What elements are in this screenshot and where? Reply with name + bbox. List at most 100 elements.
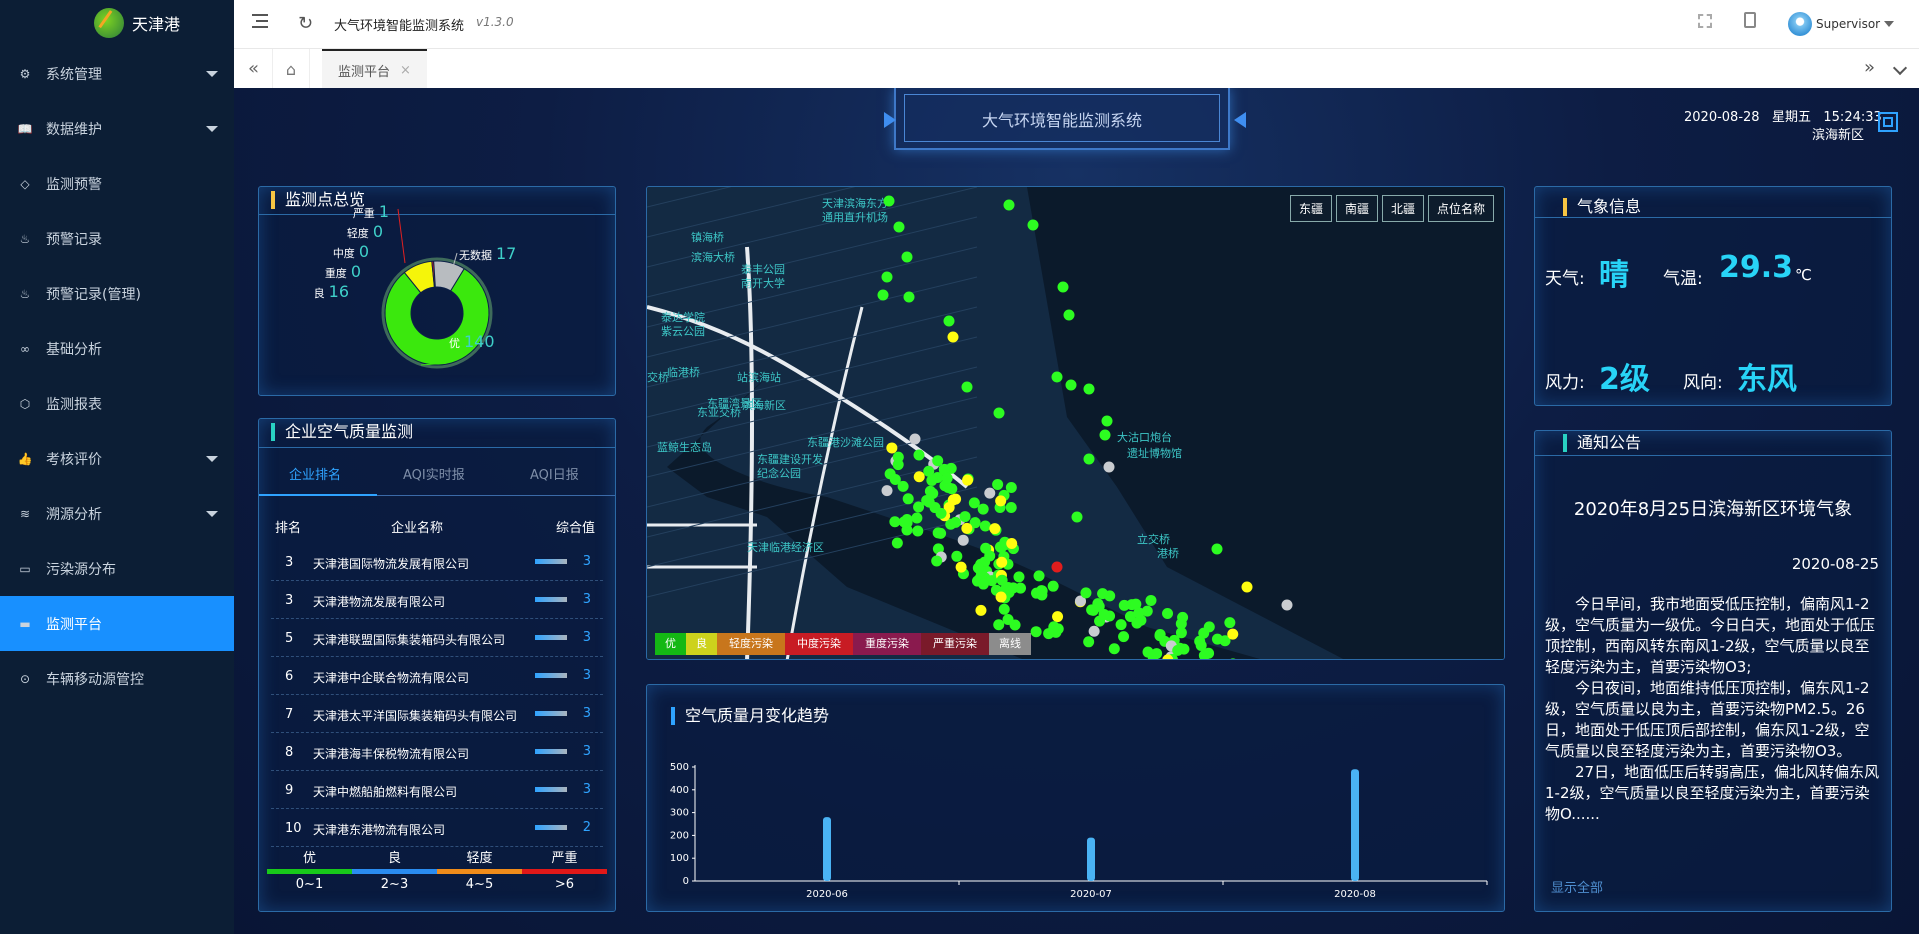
monitoring-point[interactable] <box>977 503 989 515</box>
monitoring-point[interactable] <box>1013 571 1025 583</box>
table-row[interactable]: 7 天津港太平洋国际集装箱码头有限公司 3 <box>271 695 603 733</box>
monitoring-point[interactable] <box>1154 628 1166 640</box>
fullscreen-icon[interactable] <box>1698 14 1712 28</box>
map-filter-button[interactable]: 点位名称 <box>1427 195 1494 222</box>
monitoring-point[interactable] <box>1002 614 1014 626</box>
avatar[interactable] <box>1788 12 1812 36</box>
monitoring-point[interactable] <box>977 578 989 590</box>
monitoring-point[interactable] <box>961 522 973 534</box>
monitoring-point[interactable] <box>1033 570 1045 582</box>
monitoring-point[interactable] <box>1224 617 1236 629</box>
monitoring-point[interactable] <box>1005 502 1017 514</box>
monitoring-point[interactable] <box>1145 594 1157 606</box>
monitoring-point[interactable] <box>1052 611 1064 623</box>
monitoring-point[interactable] <box>877 289 889 301</box>
refresh-icon[interactable]: ↻ <box>298 13 313 34</box>
table-row[interactable]: 3 天津港物流发展有限公司 3 <box>271 581 603 619</box>
monitoring-point[interactable] <box>995 591 1007 603</box>
tabs-scroll-right-icon[interactable]: » <box>1864 57 1875 78</box>
monitoring-point[interactable] <box>929 502 941 514</box>
monitoring-point[interactable] <box>931 555 943 567</box>
monitoring-point[interactable] <box>984 487 996 499</box>
monitoring-point[interactable] <box>1115 619 1127 631</box>
monitoring-point[interactable] <box>1057 281 1069 293</box>
monitoring-point[interactable] <box>1036 585 1048 597</box>
monitoring-point[interactable] <box>1097 588 1109 600</box>
monitoring-point[interactable] <box>992 478 1004 490</box>
sidebar-item-8[interactable]: ≋ 溯源分析 <box>0 486 234 541</box>
sidebar-item-2[interactable]: ◇ 监测预警 <box>0 156 234 211</box>
monitoring-point[interactable] <box>932 455 944 467</box>
map-filter-button[interactable]: 东疆 <box>1289 195 1332 222</box>
monitoring-point[interactable] <box>1108 643 1120 655</box>
monitoring-point[interactable] <box>1083 453 1095 465</box>
monitoring-point[interactable] <box>1080 587 1092 599</box>
tab-aqi-daily[interactable]: AQI日报 <box>530 464 579 483</box>
monitoring-point[interactable] <box>955 561 967 573</box>
menu-fold-icon[interactable] <box>252 14 268 28</box>
monitoring-point[interactable] <box>989 523 1001 535</box>
monitoring-point[interactable] <box>912 525 924 537</box>
monitoring-point[interactable] <box>993 619 1005 631</box>
show-all-link[interactable]: 显示全部 <box>1551 877 1603 896</box>
monitoring-point[interactable] <box>972 562 984 574</box>
monitoring-point[interactable] <box>1162 608 1174 620</box>
home-icon[interactable]: ⌂ <box>272 49 310 89</box>
monitoring-point[interactable] <box>959 511 971 523</box>
monitoring-point[interactable] <box>911 512 923 524</box>
monitoring-point[interactable] <box>1051 371 1063 383</box>
sidebar-item-3[interactable]: ♨ 预警记录 <box>0 211 234 266</box>
monitoring-point[interactable] <box>1027 219 1039 231</box>
monitoring-point[interactable] <box>1063 309 1075 321</box>
monitoring-point[interactable] <box>957 534 969 546</box>
monitoring-point[interactable] <box>1099 429 1111 441</box>
tab-monitor-platform[interactable]: 监测平台 × <box>322 49 427 89</box>
monitoring-point[interactable] <box>947 494 959 506</box>
sidebar-item-6[interactable]: ⬡ 监测报表 <box>0 376 234 431</box>
monitoring-point[interactable] <box>1088 625 1100 637</box>
monitoring-point[interactable] <box>1083 636 1095 648</box>
monitoring-point[interactable] <box>893 221 905 233</box>
monitoring-point[interactable] <box>1083 383 1095 395</box>
monitoring-point[interactable] <box>891 537 903 549</box>
monitoring-point[interactable] <box>984 550 996 562</box>
monitoring-point[interactable] <box>1211 543 1223 555</box>
monitoring-point[interactable] <box>947 331 959 343</box>
monitoring-point[interactable] <box>943 315 955 327</box>
monitoring-point[interactable] <box>898 516 910 528</box>
map-filter-button[interactable]: 南疆 <box>1335 195 1378 222</box>
table-row[interactable]: 9 天津中燃船舶燃料有限公司 3 <box>271 771 603 809</box>
monitoring-point[interactable] <box>1030 626 1042 638</box>
sidebar-item-10[interactable]: ▬ 监测平台 <box>0 596 234 651</box>
monitoring-point[interactable] <box>1006 537 1018 549</box>
monitoring-point[interactable] <box>998 603 1010 615</box>
monitoring-point[interactable] <box>996 556 1008 568</box>
monitoring-point[interactable] <box>1051 561 1063 573</box>
monitoring-point[interactable] <box>886 442 898 454</box>
monitoring-point[interactable] <box>962 474 974 486</box>
table-row[interactable]: 8 天津港海丰保税物流有限公司 3 <box>271 733 603 771</box>
monitoring-point[interactable] <box>1007 582 1019 594</box>
monitoring-point[interactable] <box>881 271 893 283</box>
table-row[interactable]: 3 天津港国际物流发展有限公司 3 <box>271 543 603 581</box>
monitoring-point[interactable] <box>901 251 913 263</box>
monitoring-point[interactable] <box>1118 599 1130 611</box>
sidebar-item-1[interactable]: 📖 数据维护 <box>0 101 234 156</box>
tab-aqi-realtime[interactable]: AQI实时报 <box>403 464 465 483</box>
table-row[interactable]: 10 天津港东港物流有限公司 2 <box>271 809 603 847</box>
monitoring-point[interactable] <box>1043 628 1055 640</box>
tabs-menu-icon[interactable] <box>1892 60 1908 76</box>
monitoring-point[interactable] <box>961 381 973 393</box>
monitoring-point[interactable] <box>932 527 944 539</box>
sidebar-item-0[interactable]: ⚙ 系统管理 <box>0 46 234 101</box>
monitoring-point[interactable] <box>1103 461 1115 473</box>
monitoring-point[interactable] <box>993 407 1005 419</box>
map-filter-button[interactable]: 北疆 <box>1381 195 1424 222</box>
tabs-scroll-left-icon[interactable]: « <box>248 58 259 79</box>
username[interactable]: Supervisor <box>1816 17 1880 31</box>
sidebar-item-5[interactable]: ∞ 基础分析 <box>0 321 234 376</box>
table-row[interactable]: 6 天津港中企联合物流有限公司 3 <box>271 657 603 695</box>
monitoring-point[interactable] <box>897 480 909 492</box>
monitoring-point[interactable] <box>1071 511 1083 523</box>
monitoring-point[interactable] <box>903 291 915 303</box>
